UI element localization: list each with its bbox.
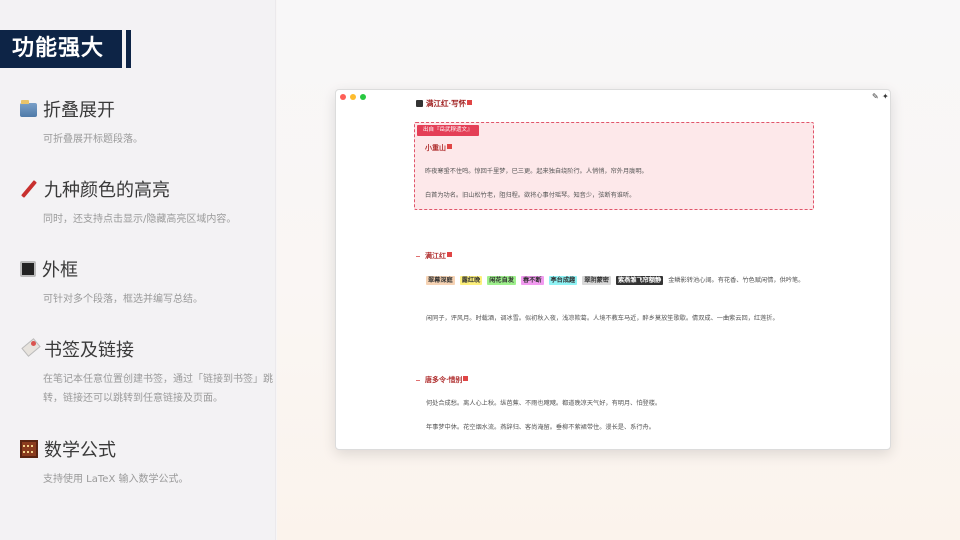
paragraph: 何处合成愁。离人心上秋。纵芭蕉、不雨也飕飕。都道晚凉天气好，有明月、怕登楼。 [426, 400, 662, 407]
feature-panel: 功能强大 折叠展开 可折叠展开标题段落。 九种颜色的高亮 同时，还支持点击显示/… [0, 0, 276, 540]
window-maximize-button[interactable] [360, 94, 366, 100]
summary-frame[interactable]: 出自『岳武穆遗文』 小重山 昨夜寒蛩不住鸣。惊回千里梦，已三更。起来独自绕阶行。… [414, 122, 814, 210]
feature-title: 折叠展开 [43, 100, 115, 121]
feature-desc: 可针对多个段落，框选并编写总结。 [43, 294, 203, 305]
bookmark-marker-icon[interactable] [467, 99, 473, 105]
document: 满江红·写怀 出自『岳武穆遗文』 小重山 昨夜寒蛩不住鸣。惊回千里梦，已三更。起… [414, 98, 816, 431]
document-icon [416, 100, 423, 107]
feature-desc: 同时，还支持点击显示/隐藏高亮区域内容。 [43, 214, 237, 225]
feature-folding: 折叠展开 可折叠展开标题段落。 [20, 97, 270, 149]
section-title[interactable]: 唐多令·惜别 [416, 375, 469, 385]
feature-frame: 外框 可针对多个段落，框选并编写总结。 [20, 257, 270, 309]
highlight-span[interactable]: 翠幕深庭 [426, 276, 455, 285]
edit-pen-icon[interactable]: ✎ [872, 92, 879, 101]
bookmark-icon [20, 340, 38, 358]
highlight-span[interactable]: 春不断 [520, 276, 544, 285]
collapse-toggle-icon[interactable] [416, 379, 420, 381]
bookmark-marker-icon[interactable] [447, 252, 452, 257]
highlight-span[interactable]: 闲花自发 [487, 276, 516, 285]
paragraph: 年事梦中休。花空烟水流。燕辞归、客尚淹留。垂柳不萦裙带住。漫长是、系行舟。 [426, 424, 655, 431]
bookmark-marker-icon[interactable] [447, 144, 452, 149]
pin-icon[interactable]: ✦ [882, 92, 889, 101]
feature-title: 书签及链接 [44, 340, 134, 361]
window-close-button[interactable] [340, 94, 346, 100]
pen-icon [20, 180, 38, 198]
highlight-span[interactable]: 紫燕雏飞帘额静 [615, 276, 664, 285]
paragraph-tail: 金鳞影转池心阔。有花香、竹色赋闲情，供吟笔。 [668, 277, 805, 284]
feature-title: 数学公式 [44, 440, 116, 461]
highlight-span[interactable]: 翠阴蒙密 [582, 276, 611, 285]
bookmark-marker-icon[interactable] [463, 376, 469, 381]
folder-icon [20, 100, 37, 117]
feature-desc: 在笔记本任意位置创建书签，通过「链接到书签」跳转，链接还可以跳转到任意链接及页面… [43, 374, 273, 404]
highlight-span[interactable]: 露红晚 [459, 276, 483, 285]
feature-desc: 可折叠展开标题段落。 [43, 134, 143, 145]
section-title[interactable]: 满江红 [416, 251, 452, 261]
paragraph: 闲同子，评风月。时载酒，调冰雪。似初秋入夜，浅凉欺葛。人境不教车马近，醉乡莫放笙… [426, 315, 779, 322]
feature-title: 九种颜色的高亮 [44, 180, 170, 201]
highlight-span[interactable]: 亭台成趣 [548, 276, 578, 285]
paragraph: 昨夜寒蛩不住鸣。惊回千里梦，已三更。起来独自绕阶行。人悄悄，帘外月胧明。 [425, 168, 648, 175]
feature-highlight: 九种颜色的高亮 同时，还支持点击显示/隐藏高亮区域内容。 [20, 177, 270, 229]
frame-label: 出自『岳武穆遗文』 [417, 125, 479, 136]
collapse-toggle-icon[interactable] [416, 255, 420, 257]
title-accent-bar [126, 30, 131, 68]
abacus-icon [20, 440, 38, 458]
app-window: ✎ ✦ 满江红·写怀 出自『岳武穆遗文』 小重山 昨夜寒蛩不住鸣。惊回千里梦，已… [335, 89, 891, 450]
doc-title: 满江红·写怀 [416, 98, 816, 109]
frame-icon [20, 261, 36, 277]
paragraph: 白首为功名。旧山松竹老，阻归程。欲将心事付瑶琴。知音少，弦断有谁听。 [425, 192, 636, 199]
feature-bookmark: 书签及链接 在笔记本任意位置创建书签，通过「链接到书签」跳转，链接还可以跳转到任… [20, 337, 273, 408]
feature-desc: 支持使用 LaTeX 输入数学公式。 [43, 474, 189, 485]
highlight-paragraph: 翠幕深庭 露红晚 闲花自发 春不断 亭台成趣 翠阴蒙密 紫燕雏飞帘额静 金鳞影转… [426, 274, 806, 287]
section-title[interactable]: 小重山 [425, 143, 452, 153]
doc-title-text: 满江红·写怀 [426, 99, 467, 108]
feature-math: 数学公式 支持使用 LaTeX 输入数学公式。 [20, 437, 270, 489]
feature-title: 外框 [42, 260, 78, 281]
window-minimize-button[interactable] [350, 94, 356, 100]
page-title: 功能强大 [0, 30, 122, 68]
